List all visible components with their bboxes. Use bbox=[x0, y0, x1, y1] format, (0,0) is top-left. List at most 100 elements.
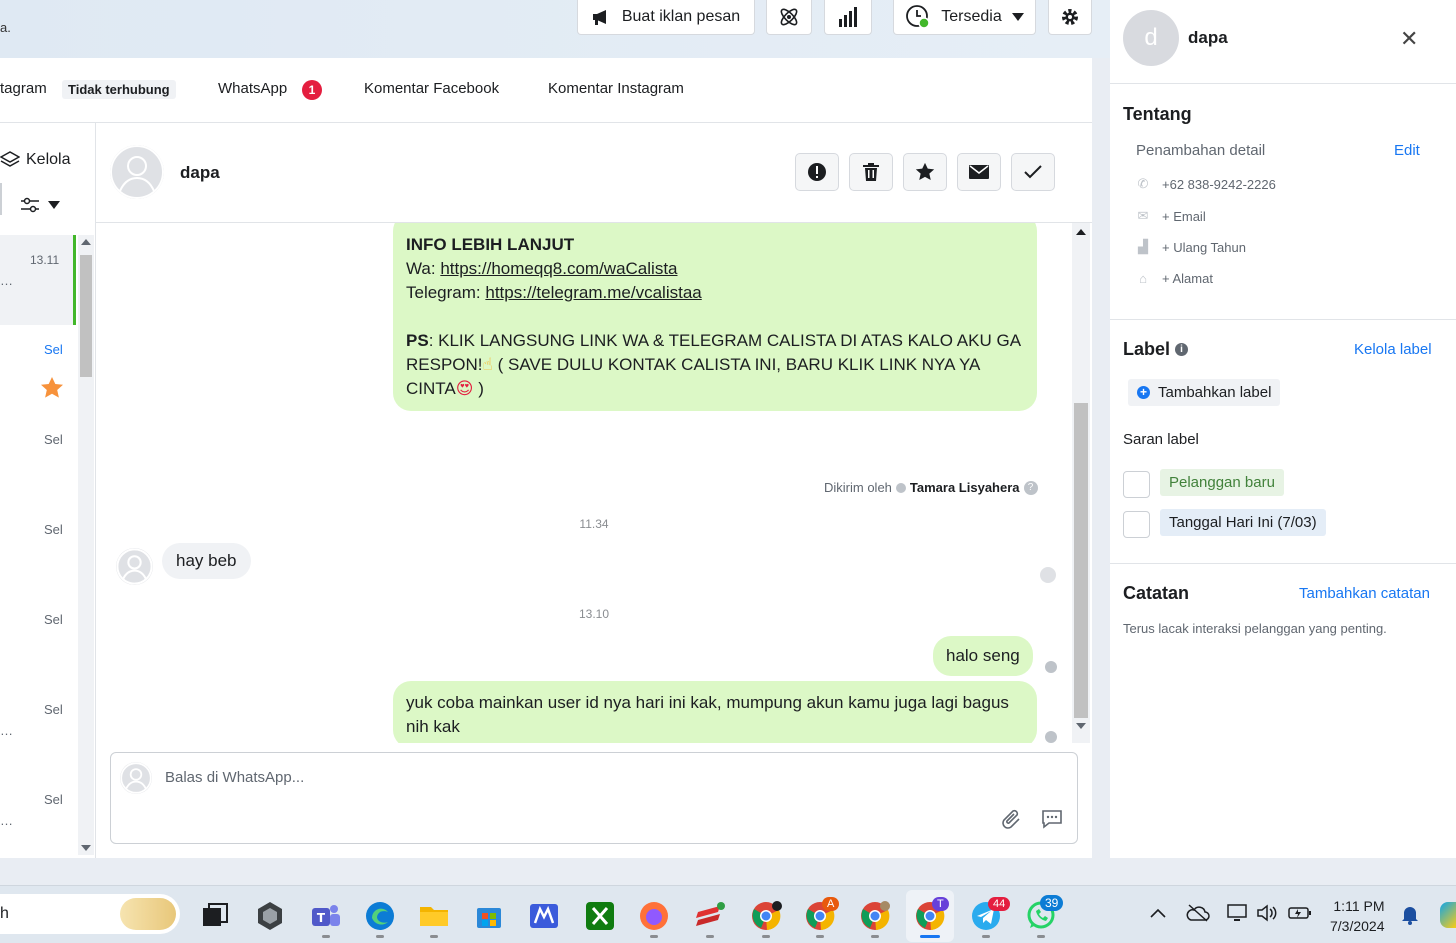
tab-instagram[interactable]: tagram bbox=[0, 80, 47, 97]
paperclip-icon[interactable] bbox=[1001, 809, 1023, 831]
volume-icon[interactable] bbox=[1256, 904, 1278, 922]
teams-icon[interactable]: T bbox=[310, 900, 342, 932]
pointing-finger-emoji: ☝ bbox=[482, 355, 493, 374]
cloud-off-icon[interactable] bbox=[1186, 904, 1210, 922]
tab-instagram-comments[interactable]: Komentar Instagram bbox=[548, 80, 684, 97]
chrome-icon[interactable] bbox=[750, 900, 782, 932]
list-item[interactable]: Sel bbox=[44, 522, 63, 537]
tab-whatsapp[interactable]: WhatsApp bbox=[218, 80, 287, 97]
mark-unread-button[interactable] bbox=[957, 153, 1001, 191]
atom-button[interactable] bbox=[766, 0, 812, 35]
phone-number: +62 838-9242-2226 bbox=[1162, 176, 1276, 192]
app-icon-hex[interactable] bbox=[254, 900, 286, 932]
clock-time: 1:11 PM bbox=[1333, 898, 1385, 914]
reply-input[interactable] bbox=[165, 769, 865, 786]
add-address-link[interactable]: + Alamat bbox=[1162, 271, 1213, 286]
tab-facebook-comments[interactable]: Komentar Facebook bbox=[364, 80, 499, 97]
add-label-button[interactable]: + Tambahkan label bbox=[1128, 379, 1281, 406]
phone-row: ✆ +62 838-9242-2226 bbox=[1136, 176, 1276, 192]
copilot-icon[interactable] bbox=[1440, 902, 1456, 928]
insights-button[interactable] bbox=[824, 0, 872, 35]
sent-by-label: Dikirim oleh bbox=[824, 480, 892, 495]
scroll-up-icon[interactable] bbox=[81, 239, 91, 245]
bell-icon[interactable] bbox=[1400, 904, 1420, 926]
suggested-label-new-customer[interactable]: Pelanggan baru bbox=[1160, 469, 1284, 496]
list-scrollbar-thumb[interactable] bbox=[80, 255, 92, 377]
list-item[interactable]: Sel bbox=[44, 792, 63, 807]
suggest-checkbox[interactable] bbox=[1123, 471, 1150, 498]
wa-link[interactable]: https://homeqq8.com/waCalista bbox=[440, 259, 677, 278]
wa-label: Wa: bbox=[406, 259, 441, 278]
delete-button[interactable] bbox=[849, 153, 893, 191]
mark-done-button[interactable] bbox=[1011, 153, 1055, 191]
active-indicator bbox=[920, 935, 940, 938]
saved-replies-icon[interactable] bbox=[1041, 808, 1063, 830]
edge-icon[interactable] bbox=[364, 900, 396, 932]
scroll-up-icon[interactable] bbox=[1076, 229, 1086, 235]
avatar[interactable] bbox=[110, 145, 164, 199]
contact-name: dapa bbox=[1188, 28, 1228, 47]
add-birthday-link[interactable]: + Ulang Tahun bbox=[1162, 240, 1246, 255]
sent-check-icon bbox=[895, 482, 906, 493]
availability-dropdown[interactable]: Tersedia bbox=[893, 0, 1036, 35]
suggested-labels-title: Saran label bbox=[1123, 431, 1199, 448]
close-icon[interactable]: ✕ bbox=[1400, 26, 1418, 52]
address-row[interactable]: ⌂ + Alamat bbox=[1136, 271, 1213, 286]
star-icon[interactable] bbox=[40, 376, 64, 400]
scroll-down-icon[interactable] bbox=[81, 845, 91, 851]
add-label-text: Tambahkan label bbox=[1158, 384, 1272, 401]
seen-avatar bbox=[1040, 567, 1056, 583]
taskbar-search[interactable]: h bbox=[0, 894, 180, 934]
system-clock[interactable]: 1:11 PM 7/3/2024 bbox=[1330, 896, 1385, 936]
list-item[interactable]: Sel bbox=[44, 342, 63, 357]
message-thread: INFO LEBIH LANJUT Wa: https://homeqq8.co… bbox=[96, 223, 1092, 743]
network-icon[interactable] bbox=[1226, 903, 1250, 923]
delivered-check-icon bbox=[1045, 731, 1057, 743]
reply-composer[interactable] bbox=[110, 752, 1078, 844]
message-scrollbar[interactable] bbox=[1072, 223, 1090, 743]
sliders-icon bbox=[21, 197, 39, 213]
manage-button[interactable]: Kelola bbox=[0, 151, 70, 169]
label-title: Label bbox=[1123, 339, 1171, 359]
star-button[interactable] bbox=[903, 153, 947, 191]
app-icon-stack[interactable] bbox=[694, 900, 726, 932]
whatsapp-badge: 39 bbox=[1040, 895, 1064, 911]
list-item[interactable]: Sel bbox=[44, 432, 63, 447]
create-ad-button[interactable]: Buat iklan pesan bbox=[577, 0, 755, 35]
telegram-link[interactable]: https://telegram.me/vcalistaa bbox=[485, 283, 701, 302]
chevron-up-icon[interactable] bbox=[1150, 908, 1166, 918]
task-view-icon[interactable] bbox=[199, 900, 231, 932]
suggested-label-today[interactable]: Tanggal Hari Ini (7/03) bbox=[1160, 509, 1326, 536]
birthday-row[interactable]: ▟ + Ulang Tahun bbox=[1136, 239, 1246, 255]
edit-link[interactable]: Edit bbox=[1394, 142, 1420, 159]
message-bubble-outgoing: halo seng bbox=[933, 636, 1033, 676]
xbox-icon[interactable] bbox=[584, 900, 616, 932]
settings-button[interactable] bbox=[1048, 0, 1092, 35]
folder-icon[interactable] bbox=[418, 900, 450, 932]
store-icon[interactable] bbox=[473, 900, 505, 932]
chrome-profile-icon[interactable] bbox=[859, 900, 891, 932]
message-scrollbar-thumb[interactable] bbox=[1074, 403, 1088, 718]
person-icon bbox=[116, 548, 153, 585]
list-scrollbar[interactable] bbox=[78, 235, 94, 855]
report-spam-button[interactable] bbox=[795, 153, 839, 191]
running-indicator bbox=[871, 935, 879, 938]
list-item[interactable]: Sel bbox=[44, 612, 63, 627]
person-icon bbox=[120, 762, 152, 794]
email-row[interactable]: ✉ + Email bbox=[1136, 208, 1206, 224]
firefox-icon[interactable] bbox=[638, 900, 670, 932]
battery-icon[interactable] bbox=[1288, 906, 1312, 920]
list-item[interactable]: Sel bbox=[44, 702, 63, 717]
suggest-checkbox[interactable] bbox=[1123, 511, 1150, 538]
manage-labels-link[interactable]: Kelola label bbox=[1354, 341, 1432, 358]
help-icon[interactable]: ? bbox=[1023, 480, 1038, 495]
star-icon bbox=[915, 162, 935, 180]
app-icon-m[interactable] bbox=[528, 900, 560, 932]
add-email-link[interactable]: + Email bbox=[1162, 209, 1206, 224]
message-timestamp: 11.34 bbox=[579, 517, 609, 531]
info-icon[interactable]: i bbox=[1175, 343, 1189, 356]
scroll-down-icon[interactable] bbox=[1076, 723, 1086, 729]
filter-button[interactable] bbox=[20, 197, 60, 213]
add-note-link[interactable]: Tambahkan catatan bbox=[1299, 585, 1430, 602]
running-indicator bbox=[982, 935, 990, 938]
